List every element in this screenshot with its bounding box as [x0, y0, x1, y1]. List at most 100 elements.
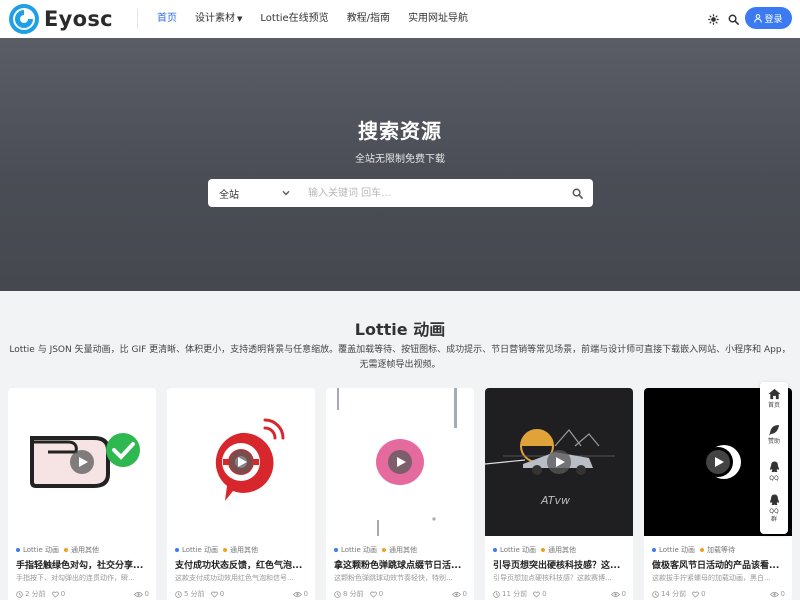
- search-icon[interactable]: [725, 11, 741, 27]
- card-category[interactable]: Lottie 动画: [500, 545, 536, 555]
- side-item-label: QQ群: [769, 508, 779, 523]
- nav-item-design-assets[interactable]: 设计素材 ▼: [186, 0, 251, 38]
- clock-icon: [16, 590, 23, 598]
- nav-item-url-navigation[interactable]: 实用网址导航: [399, 0, 477, 38]
- heart-icon: [369, 591, 377, 598]
- search-category-select[interactable]: 全站: [208, 179, 298, 207]
- card-title[interactable]: 手指轻触绿色对勾，社交分享...: [16, 558, 150, 571]
- card-title[interactable]: 引导页想突出硬核科技感？这...: [493, 558, 627, 571]
- resource-card[interactable]: ATvw Lottie 动画 通用其他 引导页想突出硬核科技感？这... 引导页…: [485, 388, 633, 600]
- play-button[interactable]: [70, 450, 94, 474]
- card-category[interactable]: Lottie 动画: [659, 545, 695, 555]
- card-likes[interactable]: 0: [51, 590, 66, 598]
- nav-item-tutorials[interactable]: 教程/指南: [338, 0, 399, 38]
- play-button[interactable]: [706, 450, 730, 474]
- play-icon: [555, 457, 565, 467]
- category-dot-icon: [175, 548, 179, 552]
- card-category[interactable]: Lottie 动画: [341, 545, 377, 555]
- card-tag[interactable]: 通用其他: [548, 545, 576, 555]
- heart-icon: [533, 591, 541, 598]
- search-submit-button[interactable]: [561, 179, 593, 207]
- tag-dot-icon: [64, 548, 69, 552]
- card-title[interactable]: 做极客风节日活动的产品该看...: [652, 558, 786, 571]
- card-thumbnail[interactable]: [8, 388, 156, 536]
- resource-card[interactable]: Lottie 动画 通用其他 手指轻触绿色对勾，社交分享... 手指按下、对勾弹…: [8, 388, 156, 600]
- logo-text: Eyosc: [44, 7, 113, 31]
- card-likes[interactable]: 0: [533, 590, 547, 598]
- section-title: Lottie 动画: [354, 320, 446, 339]
- tag-dot-icon: [700, 548, 705, 552]
- theme-toggle-icon[interactable]: [705, 11, 721, 27]
- card-views: 0: [769, 590, 785, 598]
- feather-icon: [769, 425, 779, 436]
- card-tag[interactable]: 通用其他: [230, 545, 258, 555]
- side-item-sponsor[interactable]: 赞助: [760, 424, 788, 446]
- lottie-card-grid: Lottie 动画 通用其他 手指轻触绿色对勾，社交分享... 手指按下、对勾弹…: [8, 388, 792, 600]
- tag-dot-icon: [541, 548, 546, 552]
- card-meta: Lottie 动画 加载等待: [652, 545, 735, 555]
- card-meta: Lottie 动画 通用其他: [175, 545, 258, 555]
- top-header: Eyosc 首页 设计素材 ▼ Lottie在线预览 教程/指南 实用网址导航: [0, 0, 800, 38]
- card-likes[interactable]: 0: [369, 590, 384, 598]
- card-title[interactable]: 支付成功状态反馈，红色气泡...: [175, 558, 309, 571]
- card-title[interactable]: 拿这颗粉色弹跳球点缀节日活...: [334, 558, 468, 571]
- hero-search-bar: 全站: [208, 179, 593, 207]
- card-time-text: 11 分前: [502, 590, 528, 598]
- heart-icon: [692, 591, 700, 598]
- clock-icon: [334, 590, 341, 598]
- side-item-home[interactable]: 首页: [760, 388, 788, 410]
- card-time-text: 2 分前: [25, 590, 46, 598]
- card-meta: Lottie 动画 通用其他: [334, 545, 417, 555]
- category-dot-icon: [652, 548, 656, 552]
- card-footer: 5 分前 0 0: [175, 589, 308, 599]
- side-item-label: 赞助: [767, 438, 780, 445]
- play-button[interactable]: [388, 450, 412, 474]
- eye-icon: [451, 591, 461, 597]
- card-views-count: 0: [621, 590, 626, 598]
- play-button[interactable]: [547, 450, 571, 474]
- card-thumbnail[interactable]: [326, 388, 474, 536]
- card-footer: 14 分前 0 0: [652, 589, 785, 599]
- nav-item-home[interactable]: 首页: [148, 0, 186, 38]
- nav-label: 实用网址导航: [408, 13, 469, 24]
- card-meta: Lottie 动画 通用其他: [16, 545, 99, 555]
- qq-group-icon: [769, 494, 779, 506]
- hero-title: 搜索资源: [358, 119, 442, 143]
- card-likes-count: 0: [60, 590, 66, 598]
- card-category[interactable]: Lottie 动画: [23, 545, 59, 555]
- resource-card[interactable]: Lottie 动画 通用其他 拿这颗粉色弹跳球点缀节日活... 这颗粉色弹跳球动…: [326, 388, 474, 600]
- card-tag[interactable]: 通用其他: [71, 545, 99, 555]
- category-dot-icon: [16, 548, 20, 552]
- card-views-count: 0: [144, 590, 149, 598]
- card-thumbnail[interactable]: ATvw: [485, 388, 633, 536]
- card-tag[interactable]: 加载等待: [707, 545, 735, 555]
- search-input[interactable]: [298, 179, 561, 207]
- site-logo[interactable]: Eyosc: [8, 3, 113, 35]
- qq-icon: [769, 461, 779, 473]
- category-dot-icon: [493, 548, 497, 552]
- card-tag[interactable]: 通用其他: [389, 545, 417, 555]
- play-button[interactable]: [229, 450, 253, 474]
- login-button[interactable]: 登录: [745, 7, 792, 29]
- nav-item-lottie-preview[interactable]: Lottie在线预览: [251, 0, 337, 38]
- card-likes-count: 0: [542, 590, 547, 598]
- card-category[interactable]: Lottie 动画: [182, 545, 218, 555]
- user-icon: [754, 13, 763, 23]
- tag-dot-icon: [382, 548, 387, 552]
- card-time: 14 分前: [652, 589, 686, 599]
- resource-card[interactable]: Lottie 动画 通用其他 支付成功状态反馈，红色气泡... 这款支付成功动效…: [167, 388, 315, 600]
- header-divider: [137, 9, 138, 29]
- card-footer: 8 分前 0 0: [334, 589, 467, 599]
- card-likes[interactable]: 0: [210, 590, 224, 598]
- card-thumbnail[interactable]: [167, 388, 315, 536]
- side-item-qq-group[interactable]: QQ群: [760, 494, 788, 524]
- clock-icon: [652, 590, 659, 598]
- side-item-qq[interactable]: QQ: [760, 461, 788, 483]
- home-icon: [767, 388, 781, 400]
- card-time-text: 5 分前: [184, 590, 205, 598]
- nav-label: Lottie在线预览: [260, 13, 329, 24]
- nav-label: 首页: [157, 13, 177, 24]
- card-likes[interactable]: 0: [692, 590, 706, 598]
- card-likes-count: 0: [378, 590, 384, 598]
- card-views: 0: [610, 590, 626, 598]
